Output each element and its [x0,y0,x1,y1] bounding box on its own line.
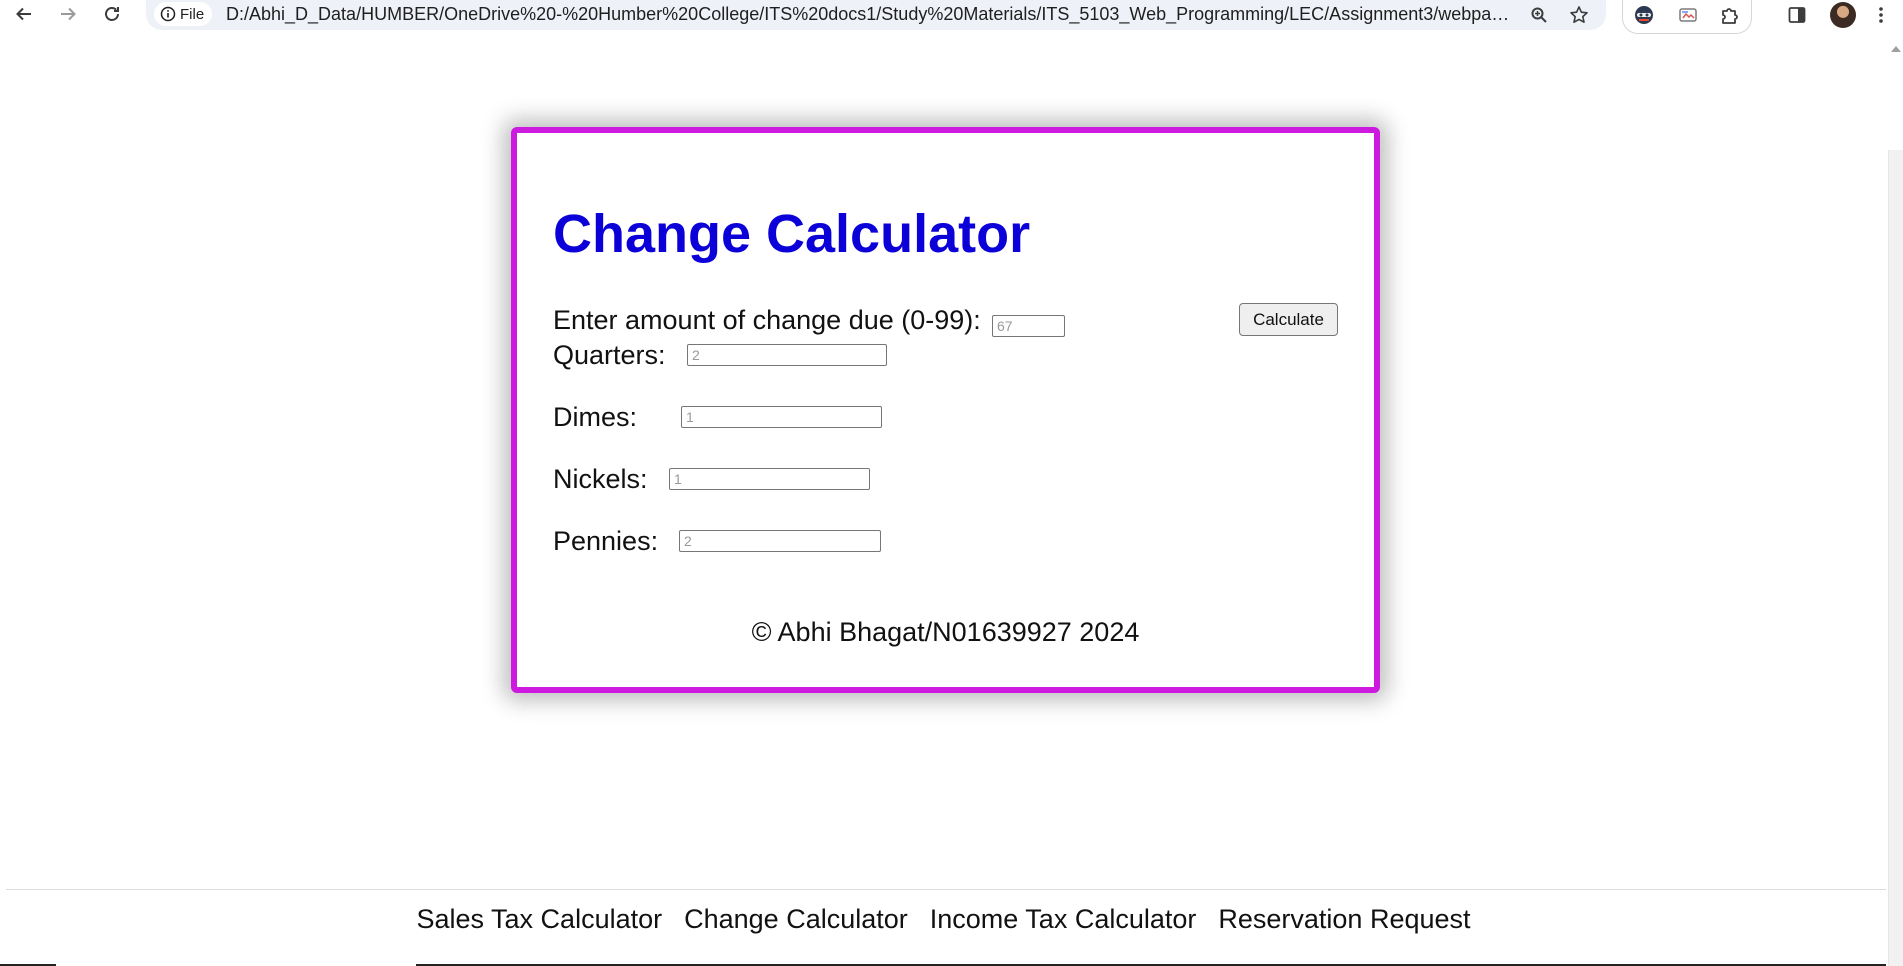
scroll-up-arrow-icon[interactable] [1891,46,1901,52]
copyright-text: © Abhi Bhagat/N01639927 2024 [751,617,1140,647]
reload-button[interactable] [98,0,126,28]
quarters-label: Quarters: [553,340,666,370]
page-title: Change Calculator [553,204,1031,264]
kebab-menu-icon [1879,7,1883,23]
site-chip-label: File [180,5,205,23]
scrollbar-thumb[interactable] [1888,150,1903,966]
amount-label: Enter amount of change due (0-99): [553,305,981,335]
browser-toolbar: File D:/Abhi_D_Data/HUMBER/OneDrive%20-%… [0,0,1903,36]
pennies-field[interactable] [679,530,881,552]
dimes-field[interactable] [681,406,882,428]
side-panel-icon [1788,7,1806,23]
site-info-chip[interactable]: File [154,2,213,26]
change-calculator-card: Change Calculator Enter amount of change… [511,127,1380,693]
footer-link-income-tax[interactable]: Income Tax Calculator [930,904,1197,935]
nickels-field[interactable] [669,468,870,490]
reload-icon [105,7,119,21]
amount-input[interactable] [992,315,1065,337]
arrow-right-icon [61,7,76,21]
spy-extension-icon [1635,6,1653,24]
quarters-field[interactable] [687,344,887,366]
footer-link-change[interactable]: Change Calculator [684,904,908,935]
dimes-label: Dimes: [553,402,638,432]
address-bar[interactable]: File D:/Abhi_D_Data/HUMBER/OneDrive%20-%… [146,0,1606,30]
pennies-label: Pennies: [553,526,659,556]
zoom-button[interactable] [1526,2,1552,28]
footer-link-reservation[interactable]: Reservation Request [1218,904,1470,935]
url-text[interactable]: D:/Abhi_D_Data/HUMBER/OneDrive%20-%20Hum… [226,4,1516,25]
zoom-icon [1531,7,1547,23]
side-panel-button[interactable] [1782,0,1812,30]
extensions-button[interactable] [1715,0,1745,30]
profile-avatar[interactable] [1830,2,1856,28]
star-icon [1570,6,1588,23]
footer-divider [6,889,1886,890]
back-button[interactable] [10,0,38,28]
puzzle-icon [1722,8,1738,24]
cast-button[interactable] [1673,0,1703,30]
bookmark-button[interactable] [1566,2,1592,28]
info-icon [160,6,176,22]
browser-menu-button[interactable] [1866,0,1896,30]
nickels-label: Nickels: [553,464,648,494]
arrow-left-icon [16,7,31,21]
extensions-group [1622,0,1752,34]
media-icon [1679,8,1697,22]
extension-button[interactable] [1629,0,1659,30]
calculate-button[interactable]: Calculate [1239,303,1338,336]
footer-link-sales-tax[interactable]: Sales Tax Calculator [416,904,662,935]
forward-button[interactable] [54,0,82,28]
footer-nav: Sales Tax Calculator Change Calculator I… [0,904,1887,935]
